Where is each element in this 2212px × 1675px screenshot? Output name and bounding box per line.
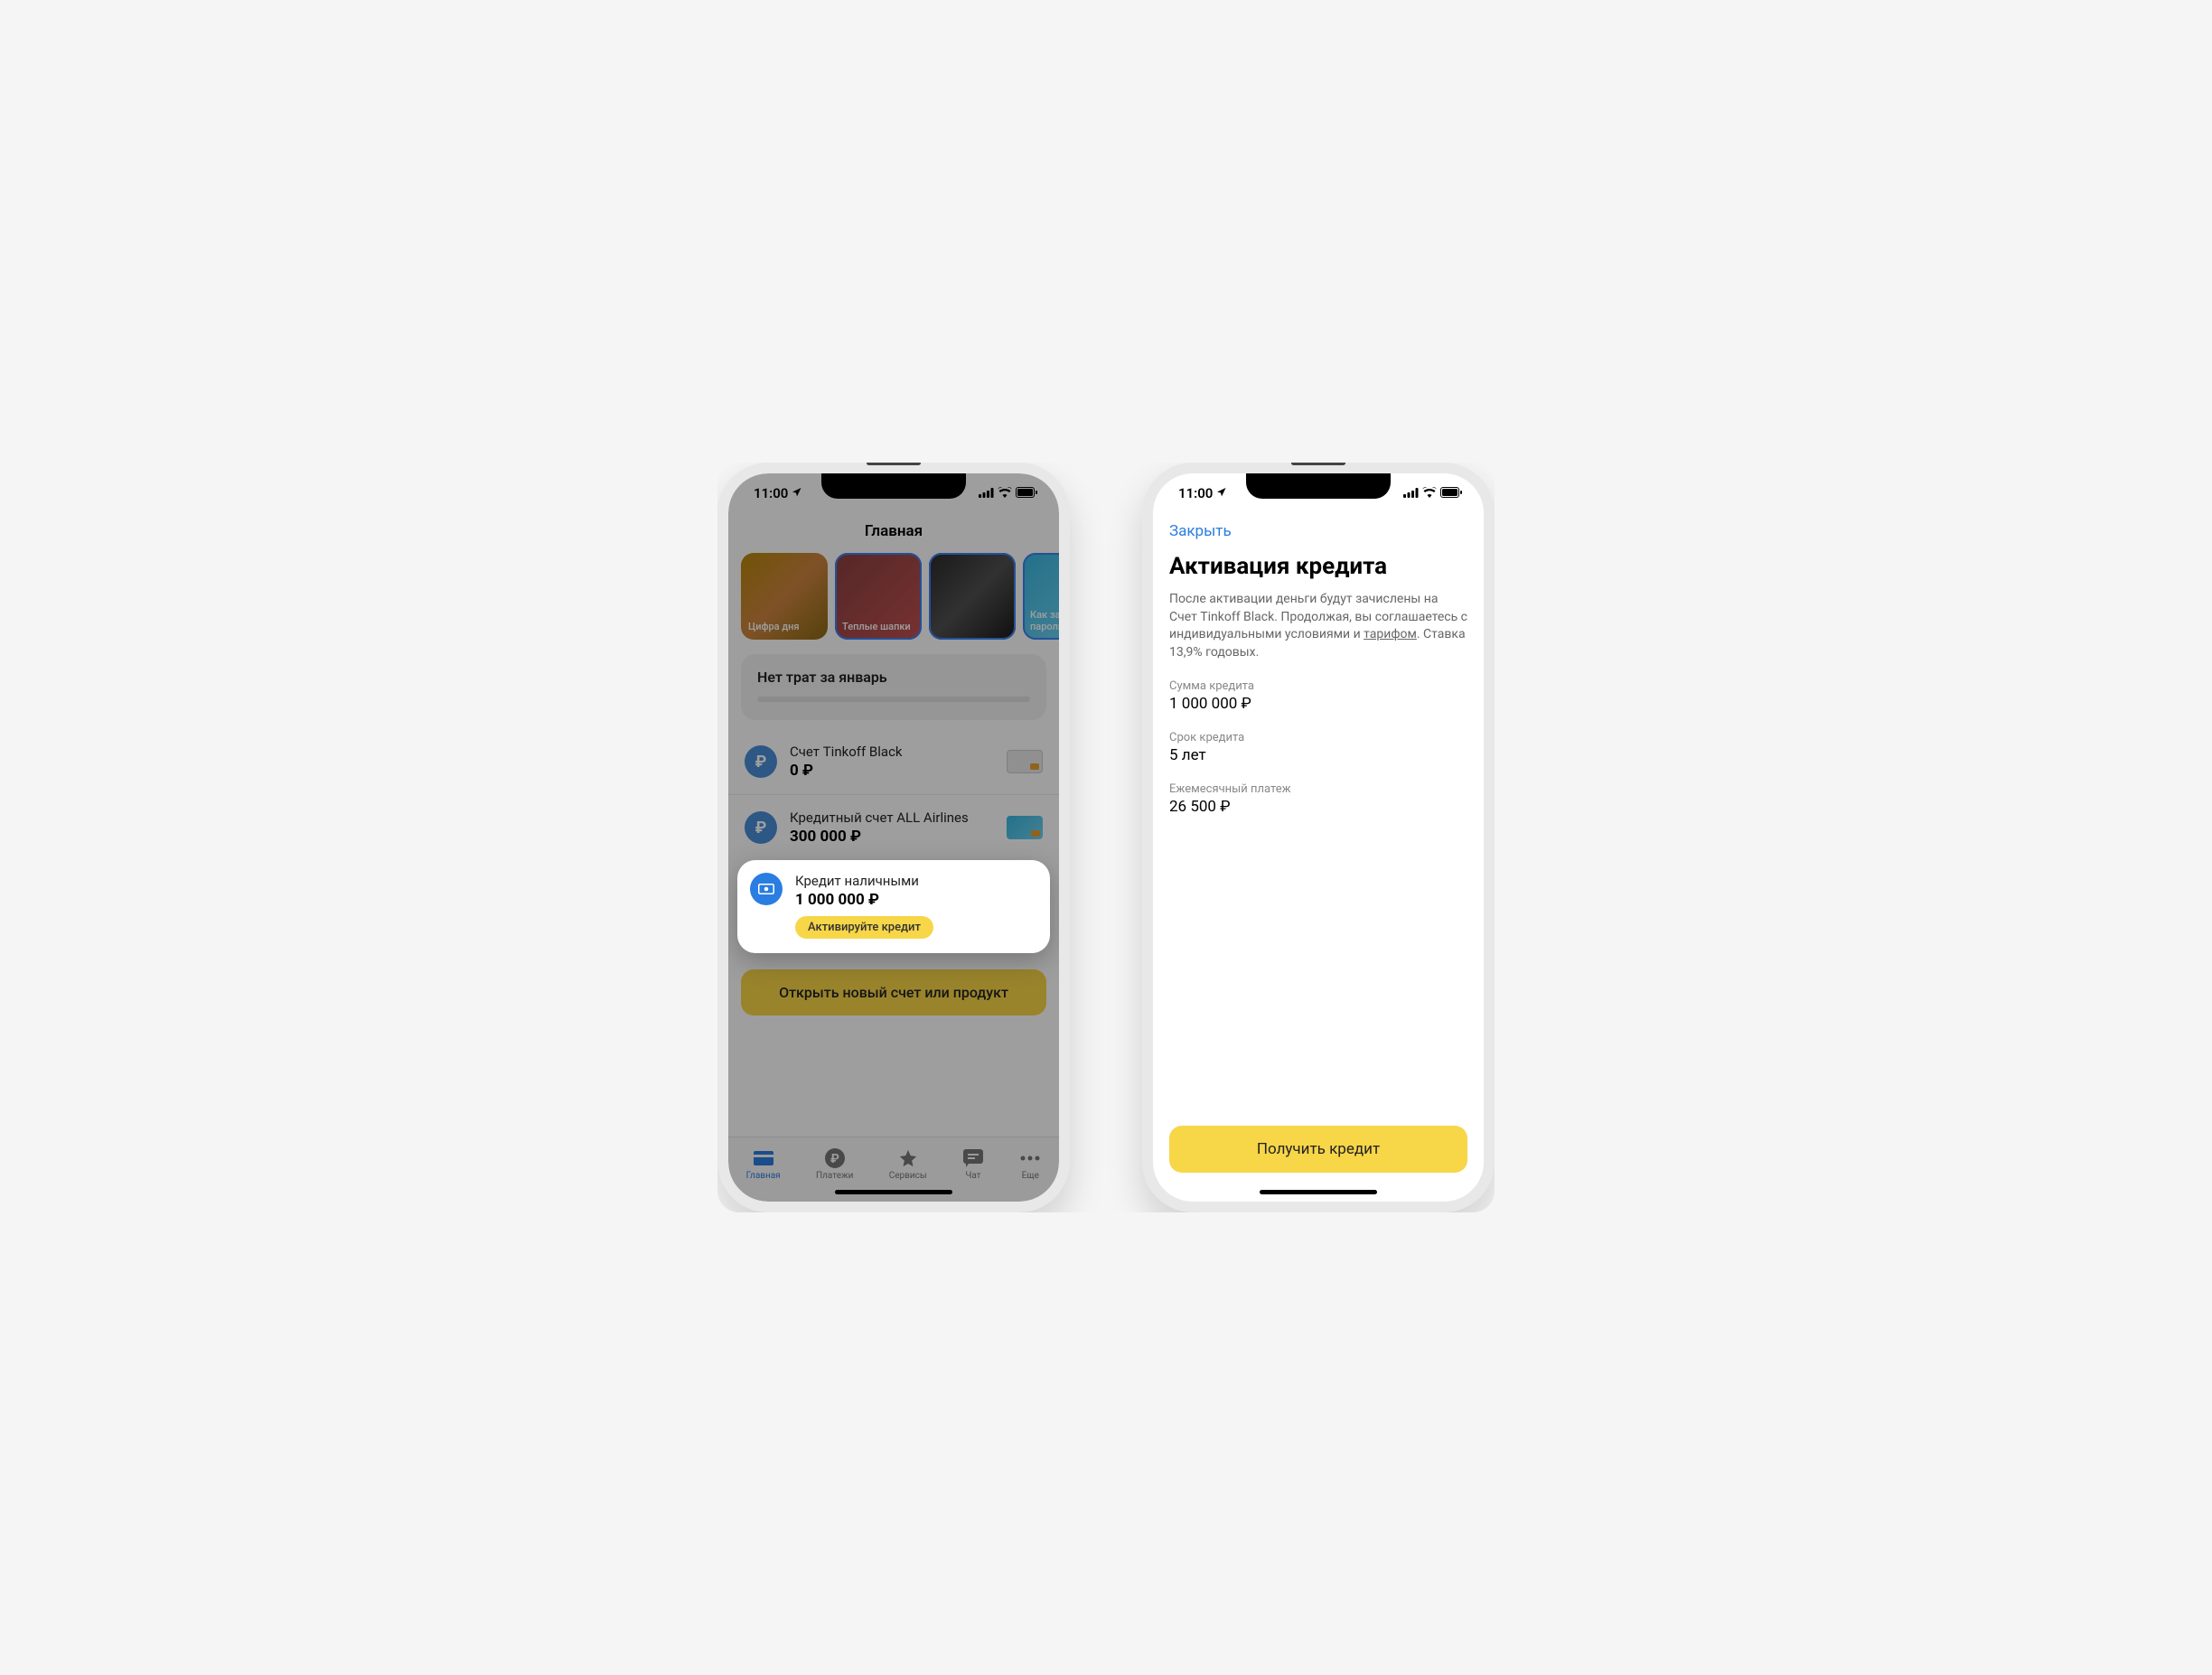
story-card[interactable]: Как зап пароли [1023, 553, 1059, 640]
credit-name: Кредит наличными [795, 873, 1037, 889]
detail-label: Сумма кредита [1169, 679, 1467, 693]
card-icon [753, 1147, 774, 1169]
tariff-link[interactable]: тарифом [1364, 627, 1417, 641]
tab-services[interactable]: Сервисы [889, 1147, 927, 1181]
svg-text:₽: ₽ [830, 1152, 839, 1166]
location-icon [1216, 485, 1227, 501]
tab-payments[interactable]: ₽ Платежи [816, 1147, 853, 1181]
location-icon [792, 485, 802, 501]
open-new-product-button[interactable]: Открыть новый счет или продукт [741, 969, 1046, 1015]
signal-icon [979, 485, 994, 501]
home-indicator [835, 1190, 952, 1194]
wifi-icon [998, 485, 1012, 501]
detail-value: 5 лет [1169, 746, 1467, 764]
account-row[interactable]: ₽ Счет Tinkoff Black 0 ₽ [728, 729, 1059, 794]
wifi-icon [1422, 485, 1437, 501]
close-button[interactable]: Закрыть [1153, 513, 1484, 544]
tab-label: Платежи [816, 1171, 853, 1181]
detail-amount: Сумма кредита 1 000 000 ₽ [1169, 679, 1467, 713]
tab-chat[interactable]: Чат [962, 1147, 984, 1181]
spending-title: Нет трат за январь [757, 669, 1030, 686]
story-card[interactable]: Цифра дня [741, 553, 828, 640]
account-balance: 300 000 ₽ [790, 828, 994, 846]
battery-icon [1016, 485, 1037, 501]
screen-activation: 11:00 Закрыть Активация кредита После ак… [1153, 473, 1484, 1202]
detail-label: Срок кредита [1169, 731, 1467, 744]
account-balance: 0 ₽ [790, 762, 994, 780]
tab-label: Чат [965, 1171, 980, 1181]
detail-term: Срок кредита 5 лет [1169, 731, 1467, 764]
status-time: 11:00 [754, 485, 788, 501]
status-right [979, 485, 1037, 501]
stories-row[interactable]: Цифра дня Теплые шапки Как зап пароли [728, 553, 1059, 640]
account-row[interactable]: ₽ Кредитный счет ALL Airlines 300 000 ₽ [728, 794, 1059, 860]
ruble-circle-icon: ₽ [824, 1147, 846, 1169]
ruble-icon: ₽ [745, 745, 777, 778]
detail-monthly: Ежемесячный платеж 26 500 ₽ [1169, 782, 1467, 816]
activate-pill[interactable]: Активируйте кредит [795, 916, 933, 939]
star-icon [897, 1147, 919, 1169]
cash-icon [750, 873, 783, 905]
card-thumbnail [1007, 816, 1043, 839]
accounts-list: ₽ Счет Tinkoff Black 0 ₽ ₽ Кредитный сче… [728, 729, 1059, 860]
screen-home: 11:00 Главная Цифра дня Теплые шапки Как… [728, 473, 1059, 1202]
tab-label: Сервисы [889, 1171, 927, 1181]
story-label: Как зап пароли [1030, 609, 1059, 632]
story-card[interactable]: Теплые шапки [835, 553, 922, 640]
detail-value: 26 500 ₽ [1169, 798, 1467, 816]
activation-description: После активации деньги будут зачислены н… [1169, 591, 1467, 661]
story-label: Цифра дня [748, 621, 800, 632]
credit-balance: 1 000 000 ₽ [795, 891, 1037, 909]
detail-label: Ежемесячный платеж [1169, 782, 1467, 796]
chat-icon [962, 1147, 984, 1169]
status-time: 11:00 [1178, 485, 1213, 501]
tab-label: Главная [746, 1171, 781, 1181]
signal-icon [1403, 485, 1419, 501]
spending-card[interactable]: Нет трат за январь [741, 654, 1046, 720]
battery-icon [1440, 485, 1462, 501]
activation-title: Активация кредита [1169, 553, 1467, 580]
story-card[interactable] [929, 553, 1016, 640]
tab-label: Еще [1022, 1171, 1039, 1181]
credit-cash-card[interactable]: Кредит наличными 1 000 000 ₽ Активируйте… [737, 860, 1050, 953]
card-thumbnail [1007, 750, 1043, 773]
tab-more[interactable]: Еще [1019, 1147, 1041, 1181]
detail-value: 1 000 000 ₽ [1169, 695, 1467, 713]
get-credit-button[interactable]: Получить кредит [1169, 1126, 1467, 1173]
phone-left: 11:00 Главная Цифра дня Теплые шапки Как… [717, 463, 1070, 1212]
account-name: Счет Tinkoff Black [790, 744, 994, 760]
page-title: Главная [728, 513, 1059, 553]
home-indicator [1260, 1190, 1377, 1194]
spending-bar [757, 697, 1030, 702]
ruble-icon: ₽ [745, 811, 777, 844]
story-label: Теплые шапки [842, 621, 911, 632]
account-name: Кредитный счет ALL Airlines [790, 809, 994, 826]
phone-right: 11:00 Закрыть Активация кредита После ак… [1142, 463, 1495, 1212]
more-icon [1019, 1147, 1041, 1169]
tab-home[interactable]: Главная [746, 1147, 781, 1181]
status-right [1403, 485, 1462, 501]
